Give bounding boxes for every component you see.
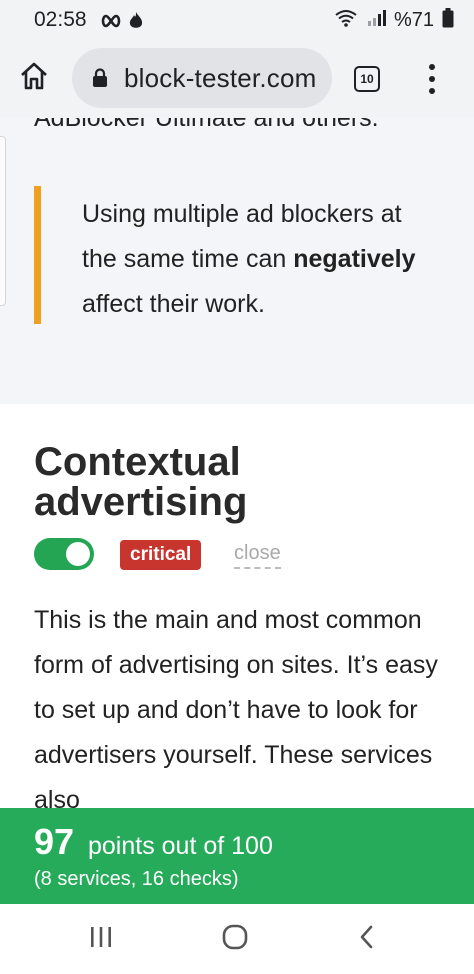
back-button[interactable] xyxy=(350,922,384,956)
infinity-icon xyxy=(100,14,122,33)
home-button[interactable] xyxy=(16,60,52,96)
home-nav-button[interactable] xyxy=(218,922,252,956)
overflow-menu-button[interactable] xyxy=(420,62,444,96)
side-panel-edge xyxy=(0,136,6,306)
back-icon xyxy=(357,925,377,954)
home-icon xyxy=(18,60,50,97)
status-left-icons xyxy=(100,11,144,36)
toggle-knob xyxy=(66,542,90,566)
recent-apps-icon xyxy=(89,926,113,953)
url-text: block-tester.com xyxy=(124,63,317,93)
check-toggle[interactable] xyxy=(34,538,94,570)
callout-text: Using multiple ad blockers at the same t… xyxy=(82,192,442,327)
recent-apps-button[interactable] xyxy=(84,922,118,956)
overflow-menu-icon xyxy=(429,64,435,70)
browser-toolbar: block-tester.com 10 xyxy=(0,40,474,118)
score-banner[interactable]: 97 points out of 100 (8 services, 16 che… xyxy=(0,808,474,904)
home-circle-icon xyxy=(221,923,249,956)
critical-badge: critical xyxy=(120,540,202,570)
section-paragraph: This is the main and most common form of… xyxy=(34,606,438,808)
note-section: AdBlocker Ultimate and others. Using mul… xyxy=(0,118,474,404)
web-content[interactable]: AdBlocker Ultimate and others. Using mul… xyxy=(0,118,474,808)
score-points: 97 xyxy=(34,821,75,862)
menu-dot xyxy=(429,88,435,94)
score-label: points out of 100 xyxy=(88,832,273,860)
wifi-icon xyxy=(334,8,358,33)
lock-icon[interactable] xyxy=(92,68,108,93)
section-controls: critical close xyxy=(34,538,434,572)
address-bar[interactable]: block-tester.com xyxy=(72,48,332,108)
status-right: %71 xyxy=(334,8,454,33)
battery-percent: %71 xyxy=(393,9,434,31)
callout-accent-bar xyxy=(34,186,41,324)
menu-dot xyxy=(429,76,435,82)
close-link[interactable]: close xyxy=(234,542,281,569)
status-time: 02:58 xyxy=(34,8,87,31)
section-title: Contextual advertising xyxy=(34,440,248,524)
callout-emphasis: negatively xyxy=(293,245,416,273)
status-bar: 02:58 %71 xyxy=(0,0,474,40)
tab-switcher-button[interactable]: 10 xyxy=(354,66,380,92)
cut-off-text: AdBlocker Ultimate and others. xyxy=(34,118,379,132)
battery-icon xyxy=(442,8,454,33)
tab-count: 10 xyxy=(360,72,374,86)
fire-icon xyxy=(128,11,144,36)
score-details: (8 services, 16 checks) xyxy=(34,868,239,890)
callout-text-end: affect their work. xyxy=(82,290,265,318)
system-nav-bar xyxy=(0,904,474,974)
signal-icon xyxy=(366,8,386,33)
